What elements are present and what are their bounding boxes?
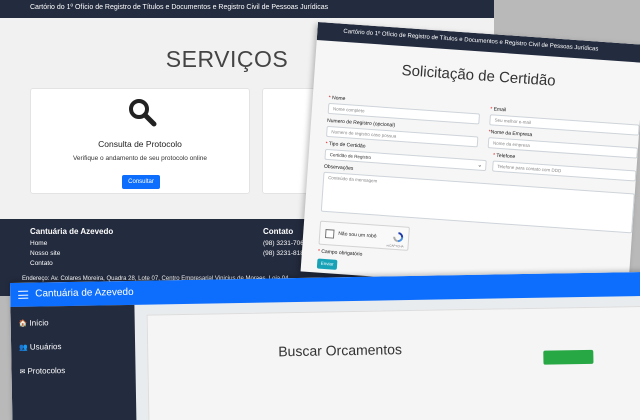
chevron-down-icon: ⌄: [477, 162, 483, 169]
consulta-protocolo-card: Consulta de Protocolo Verifique o andame…: [30, 88, 250, 194]
footer-phone-1: (98) 3231-7062: [263, 240, 308, 247]
form-heading: Solicitação de Certidão: [401, 61, 557, 90]
services-top-bar: Cartório do 1º Ofício de Registro de Tít…: [0, 0, 494, 18]
footer-link-site[interactable]: Nosso site: [30, 250, 60, 257]
required-note: * Campo obrigatório: [317, 248, 363, 258]
mail-icon: ✉: [19, 368, 26, 376]
recaptcha-brand: reCAPTCHA: [386, 243, 404, 249]
captcha-checkbox[interactable]: [324, 229, 335, 239]
admin-screenshot: Cantuária de Azevedo 🏠 Início 👥 Usuários…: [10, 271, 640, 420]
recaptcha-logo-icon: [393, 232, 404, 243]
telefone-input[interactable]: Telefone para contato com DDD: [491, 160, 637, 182]
admin-sidebar: 🏠 Início 👥 Usuários ✉ Protocolos: [10, 304, 137, 420]
recaptcha-widget[interactable]: Não sou um robô reCAPTCHA: [318, 220, 410, 251]
footer-link-home[interactable]: Home: [30, 240, 47, 247]
sidebar-item-usuarios[interactable]: 👥 Usuários: [19, 342, 61, 352]
panel-title: Buscar Orcamentos: [278, 341, 403, 360]
sidebar-item-protocolos[interactable]: ✉ Protocolos: [19, 366, 65, 376]
captcha-label: Não sou um robô: [338, 230, 377, 240]
telefone-label: * Telefone: [492, 152, 516, 161]
users-icon: 👥: [19, 344, 28, 352]
sidebar-item-label: Protocolos: [27, 366, 66, 376]
card-description: Verifique o andamento de seu protocolo o…: [72, 155, 208, 162]
card-title: Consulta de Protocolo: [98, 139, 182, 149]
consultar-button[interactable]: Consultar: [122, 175, 160, 189]
sidebar-item-label: Início: [29, 318, 49, 328]
obs-label: Observações: [323, 163, 354, 172]
search-panel: Buscar Orcamentos: [146, 305, 640, 420]
menu-icon[interactable]: [18, 290, 29, 299]
tipo-select-value: Certidão de Registro: [329, 152, 372, 161]
sidebar-item-inicio[interactable]: 🏠 Início: [19, 318, 49, 328]
admin-brand: Cantuária de Azevedo: [35, 286, 134, 300]
nome-label: * Nome: [328, 94, 346, 103]
sidebar-item-label: Usuários: [29, 342, 62, 352]
footer-brand: Cantuária de Azevedo: [30, 227, 114, 236]
home-icon: 🏠: [18, 320, 28, 328]
enviar-button[interactable]: Enviar: [316, 258, 338, 270]
search-action-button[interactable]: [543, 349, 594, 365]
certidao-form-screenshot: Cartório do 1º Ofício de Registro de Tít…: [300, 22, 640, 295]
footer-contact-heading: Contato: [263, 227, 294, 236]
email-label: * Email: [490, 106, 507, 114]
search-icon: [129, 99, 157, 127]
footer-link-contato[interactable]: Contato: [30, 260, 53, 267]
